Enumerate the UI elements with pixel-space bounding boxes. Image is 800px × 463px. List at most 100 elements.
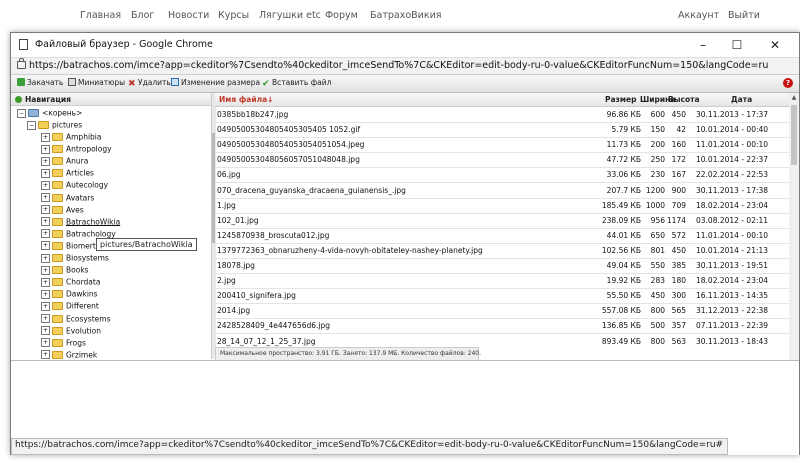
- maximize-button[interactable]: ☐: [729, 37, 745, 53]
- file-name: 200410_signifera.jpg: [217, 291, 296, 301]
- tree-folder-item[interactable]: + Evolution: [41, 326, 101, 338]
- tree-folder-item[interactable]: + BatrachoWikia: [41, 217, 120, 229]
- file-row[interactable]: 2.jpg 19.92 КБ 283 180 18.02.2014 - 23:04: [215, 273, 789, 290]
- file-size: 47.72 КБ: [606, 155, 641, 165]
- expand-icon[interactable]: +: [41, 241, 50, 251]
- file-date: 11.01.2014 - 00:10: [696, 230, 769, 240]
- file-row[interactable]: 049050053048054053054051054.jpeg 11.73 КБ…: [215, 137, 789, 154]
- expand-icon[interactable]: +: [41, 193, 50, 202]
- file-row[interactable]: 1.jpg 185.49 КБ 1000 709 18.02.2014 - 23:04: [215, 198, 789, 214]
- expand-icon[interactable]: +: [41, 217, 50, 227]
- expand-icon[interactable]: +: [41, 277, 50, 287]
- nav-link-home[interactable]: Главная: [80, 10, 121, 21]
- expand-icon[interactable]: +: [41, 338, 50, 348]
- tree-folder-item[interactable]: + Autecology: [41, 180, 108, 192]
- nav-link-courses[interactable]: Курсы: [218, 10, 249, 21]
- file-row[interactable]: 1245870938_broscuta012.jpg 44.01 КБ 650 572…: [215, 228, 789, 244]
- collapse-icon[interactable]: −: [27, 120, 36, 130]
- window-titlebar[interactable]: Файловый браузер - Google Chrome – ☐ ✕: [11, 33, 799, 57]
- column-date[interactable]: Дата: [731, 95, 752, 104]
- nav-link-account[interactable]: Аккаунт: [678, 10, 719, 21]
- file-row[interactable]: 200410_signifera.jpg 55.50 КБ 450 300 16.11.…: [215, 288, 789, 305]
- file-height: 565: [671, 306, 686, 316]
- expand-icon[interactable]: +: [41, 132, 50, 142]
- tree-folder-item[interactable]: + Antropology: [41, 144, 112, 156]
- expand-icon[interactable]: +: [41, 314, 50, 323]
- tree-folder-item[interactable]: + Aves: [41, 205, 84, 217]
- nav-link-frogs[interactable]: Лягушки etc: [259, 10, 321, 21]
- tree-folder-item[interactable]: + Chordata: [41, 277, 100, 289]
- file-row[interactable]: 04905005304805405305405 1052.gif 5.79 КБ 1…: [215, 122, 789, 139]
- tree-folder-item[interactable]: + Amphibia: [41, 132, 101, 144]
- tree-folder-item[interactable]: + Biosystems: [41, 253, 109, 265]
- expand-icon[interactable]: +: [41, 229, 50, 239]
- folder-tree: − <корень> − pictures + Amphibia + Antropolog…: [11, 106, 211, 359]
- nav-link-blog[interactable]: Блог: [131, 10, 154, 21]
- resize-button[interactable]: Изменение размера: [171, 78, 260, 87]
- expand-icon[interactable]: +: [41, 253, 50, 263]
- file-height: 385: [671, 261, 686, 270]
- help-icon[interactable]: ?: [783, 78, 793, 88]
- address-url[interactable]: https://batrachos.com/imce?app=ckeditor%…: [29, 60, 768, 71]
- tree-folder-pictures[interactable]: − pictures: [27, 120, 82, 132]
- minimize-button[interactable]: –: [695, 37, 711, 53]
- folder-icon: [52, 169, 63, 178]
- file-row[interactable]: 0385bb18b247.jpg 96.86 КБ 600 450 30.11.2013…: [215, 107, 789, 123]
- tree-folder-item[interactable]: + Different: [41, 301, 99, 313]
- expand-icon[interactable]: +: [41, 265, 50, 275]
- tree-folder-item[interactable]: + Books: [41, 265, 89, 277]
- expand-icon[interactable]: +: [41, 144, 50, 154]
- tree-folder-item[interactable]: + Frogs: [41, 338, 86, 350]
- file-date: 03.08.2012 - 02:11: [696, 215, 769, 225]
- file-name: 28_14_07_12_1_25_37.jpg: [217, 336, 316, 346]
- tree-folder-item[interactable]: + Ecosystems: [41, 314, 110, 326]
- file-row[interactable]: 102_01.jpg 238.09 КБ 956 1174 03.08.2012 - 0…: [215, 213, 789, 229]
- insert-file-button[interactable]: ✔ Вставить файл: [262, 78, 331, 89]
- file-scrollbar-thumb[interactable]: [791, 105, 797, 165]
- expand-icon[interactable]: +: [41, 180, 50, 190]
- tree-root[interactable]: − <корень>: [17, 108, 82, 120]
- file-row[interactable]: 070_dracena_guyanska_dracaena_guianensis…: [215, 183, 789, 199]
- expand-icon[interactable]: +: [41, 156, 50, 166]
- column-size[interactable]: Размер: [605, 95, 637, 104]
- address-bar[interactable]: https://batrachos.com/imce?app=ckeditor%…: [11, 57, 799, 75]
- file-date: 10.01.2014 - 21:13: [696, 245, 769, 255]
- nav-link-news[interactable]: Новости: [168, 10, 209, 21]
- file-row[interactable]: 18078.jpg 49.04 КБ 550 385 30.11.2013 - 19:5…: [215, 258, 789, 274]
- folder-icon: [52, 241, 63, 250]
- column-height[interactable]: Высота: [668, 95, 700, 104]
- file-row[interactable]: 2428528409_4e447656d6.jpg 136.85 КБ 500 357…: [215, 318, 789, 335]
- file-row[interactable]: 06.jpg 33.06 КБ 230 167 22.02.2014 - 22:53: [215, 167, 789, 184]
- tree-folder-item[interactable]: + Biomerty: [41, 241, 100, 253]
- file-size: 557.08 КБ: [601, 306, 641, 316]
- expand-icon[interactable]: +: [41, 301, 50, 311]
- close-button[interactable]: ✕: [767, 37, 783, 53]
- tree-folder-item[interactable]: + Articles: [41, 168, 94, 180]
- expand-icon[interactable]: +: [41, 168, 50, 178]
- scroll-up-icon[interactable]: ▲: [790, 94, 798, 102]
- expand-icon[interactable]: +: [41, 350, 50, 359]
- column-name[interactable]: Имя файла↓: [219, 95, 273, 104]
- file-size: 33.06 КБ: [606, 170, 641, 180]
- expand-icon[interactable]: +: [41, 289, 50, 299]
- file-list-scrollbar[interactable]: ▲ ▼: [789, 93, 799, 391]
- file-row[interactable]: 2014.jpg 557.08 КБ 800 565 31.12.2013 - 22:3…: [215, 303, 789, 320]
- file-name: 0385bb18b247.jpg: [217, 110, 289, 119]
- upload-button[interactable]: Закачать: [17, 78, 63, 87]
- file-row[interactable]: 28_14_07_12_1_25_37.jpg 893.49 КБ 800 563 30…: [215, 334, 789, 348]
- tree-folder-item[interactable]: + Avatars: [41, 193, 94, 205]
- root-folder-icon: [28, 109, 39, 117]
- file-row[interactable]: 1379772363_obnaruzheny-4-vida-novyh-obit…: [215, 243, 789, 259]
- tree-folder-item[interactable]: + Dawkins: [41, 289, 98, 301]
- tree-folder-item[interactable]: + Grzimek: [41, 350, 97, 359]
- nav-link-logout[interactable]: Выйти: [728, 10, 760, 21]
- thumbnails-button[interactable]: Миниатюры: [68, 78, 125, 87]
- collapse-icon[interactable]: −: [17, 108, 26, 118]
- file-row[interactable]: 049050053048056057051048048.jpg 47.72 КБ 2…: [215, 152, 789, 169]
- expand-icon[interactable]: +: [41, 326, 50, 336]
- nav-link-batrachowikia[interactable]: БатрахоВикия: [370, 10, 441, 21]
- expand-icon[interactable]: +: [41, 205, 50, 215]
- delete-button[interactable]: ✖ Удалить: [128, 78, 171, 89]
- tree-folder-item[interactable]: + Anura: [41, 156, 88, 168]
- nav-link-forum[interactable]: Форум: [325, 10, 358, 21]
